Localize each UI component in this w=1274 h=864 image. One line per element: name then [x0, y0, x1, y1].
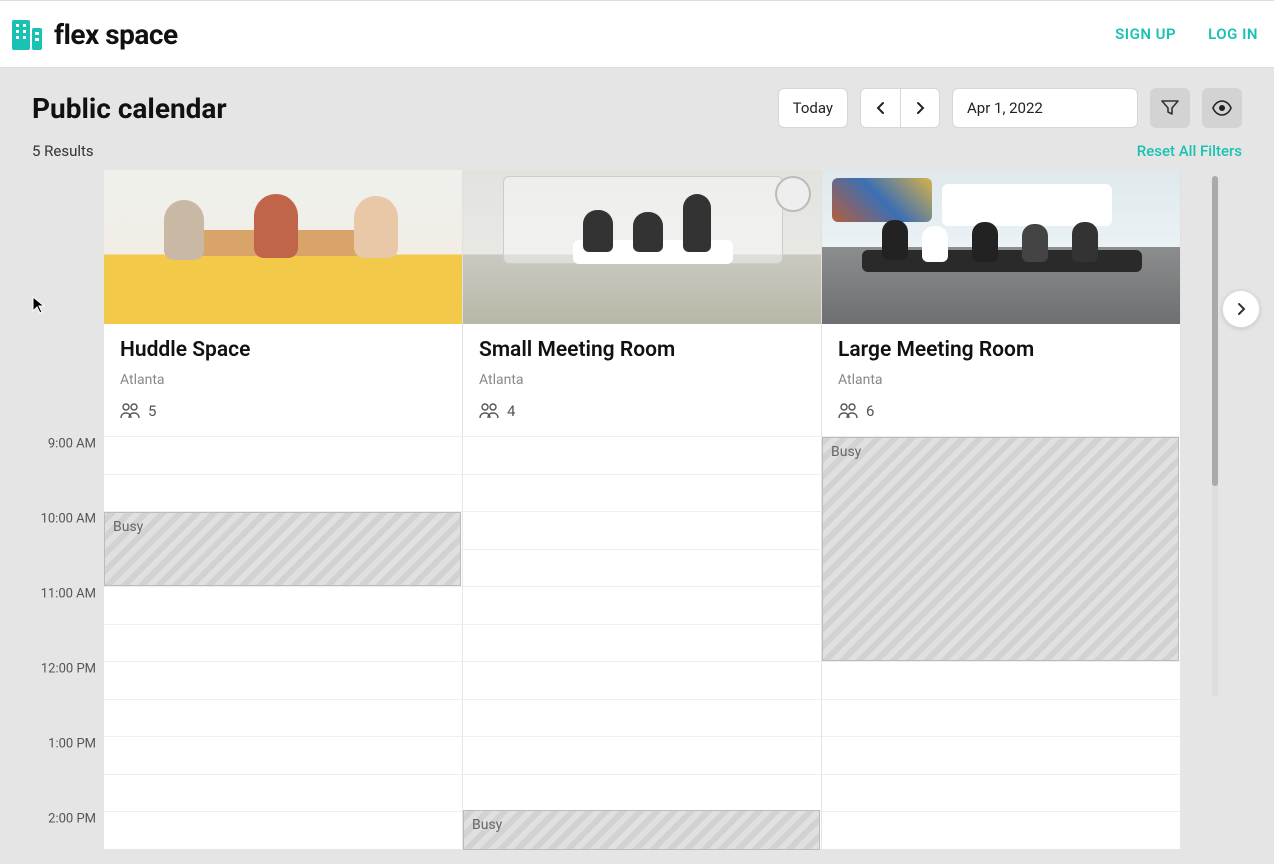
time-label: 12:00 PM: [41, 662, 96, 677]
room-capacity: 5: [120, 402, 446, 420]
vertical-scrollbar[interactable]: [1212, 176, 1218, 696]
chevron-left-icon: [873, 100, 889, 116]
brand-name: flex space: [54, 18, 178, 51]
filter-icon: [1160, 98, 1180, 118]
room-image: [822, 170, 1180, 324]
page-header: Public calendar Today Apr 1, 2022: [0, 68, 1274, 142]
toolbar: Today Apr 1, 2022: [778, 88, 1242, 128]
room-location: Atlanta: [479, 372, 805, 388]
timeline-column[interactable]: Busy: [822, 436, 1181, 849]
busy-event[interactable]: Busy: [463, 810, 820, 850]
timeline-column[interactable]: Busy: [104, 436, 463, 849]
room-name: Large Meeting Room: [838, 338, 1164, 362]
room-card[interactable]: Small Meeting Room Atlanta 4: [463, 170, 822, 436]
time-label: 10:00 AM: [41, 512, 96, 527]
room-card[interactable]: Huddle Space Atlanta 5: [104, 170, 463, 436]
reset-filters-link[interactable]: Reset All Filters: [1137, 142, 1242, 160]
room-card-body: Small Meeting Room Atlanta 4: [463, 324, 821, 436]
chevron-right-icon: [912, 100, 928, 116]
topbar: flex space SIGN UP LOG IN: [0, 0, 1274, 68]
room-image: [463, 170, 821, 324]
page-title: Public calendar: [32, 92, 227, 125]
filter-button[interactable]: [1150, 88, 1190, 128]
scroll-next-button[interactable]: [1222, 290, 1260, 328]
date-value: Apr 1, 2022: [967, 99, 1043, 117]
eye-icon: [1211, 97, 1233, 119]
time-label: 9:00 AM: [48, 437, 96, 452]
room-cards-row: Huddle Space Atlanta 5 Small Meeting Roo…: [104, 170, 1242, 436]
subheader: 5 Results Reset All Filters: [0, 142, 1274, 170]
room-name: Huddle Space: [120, 338, 446, 362]
time-label: 2:00 PM: [48, 812, 96, 827]
timeline-column[interactable]: Busy: [463, 436, 822, 849]
prev-day-button[interactable]: [860, 88, 900, 128]
capacity-value: 6: [866, 402, 874, 420]
room-capacity: 4: [479, 402, 805, 420]
chevron-right-icon: [1233, 301, 1249, 317]
people-icon: [838, 403, 858, 419]
login-link[interactable]: LOG IN: [1208, 25, 1258, 43]
people-icon: [120, 403, 140, 419]
building-icon: [6, 14, 46, 54]
room-card-body: Large Meeting Room Atlanta 6: [822, 324, 1180, 436]
busy-event[interactable]: Busy: [104, 512, 461, 586]
people-icon: [479, 403, 499, 419]
results-count: 5 Results: [32, 142, 94, 160]
next-day-button[interactable]: [900, 88, 940, 128]
room-name: Small Meeting Room: [479, 338, 805, 362]
date-input[interactable]: Apr 1, 2022: [952, 88, 1138, 128]
time-label: 1:00 PM: [48, 737, 96, 752]
scrollbar-thumb[interactable]: [1212, 176, 1218, 486]
room-image: [104, 170, 462, 324]
busy-event[interactable]: Busy: [822, 437, 1179, 661]
calendar-area: Huddle Space Atlanta 5 Small Meeting Roo…: [0, 170, 1274, 856]
time-label: 11:00 AM: [41, 587, 96, 602]
room-card[interactable]: Large Meeting Room Atlanta 6: [822, 170, 1181, 436]
visibility-button[interactable]: [1202, 88, 1242, 128]
capacity-value: 5: [148, 402, 156, 420]
date-nav-group: [860, 88, 940, 128]
timeline: 9:00 AM 10:00 AM 11:00 AM 12:00 PM 1:00 …: [104, 436, 1181, 856]
room-capacity: 6: [838, 402, 1164, 420]
room-location: Atlanta: [120, 372, 446, 388]
today-button[interactable]: Today: [778, 88, 848, 128]
room-location: Atlanta: [838, 372, 1164, 388]
capacity-value: 4: [507, 402, 515, 420]
nav-links: SIGN UP LOG IN: [1115, 25, 1258, 43]
brand-logo[interactable]: flex space: [6, 14, 178, 54]
signup-link[interactable]: SIGN UP: [1115, 25, 1176, 43]
room-card-body: Huddle Space Atlanta 5: [104, 324, 462, 436]
